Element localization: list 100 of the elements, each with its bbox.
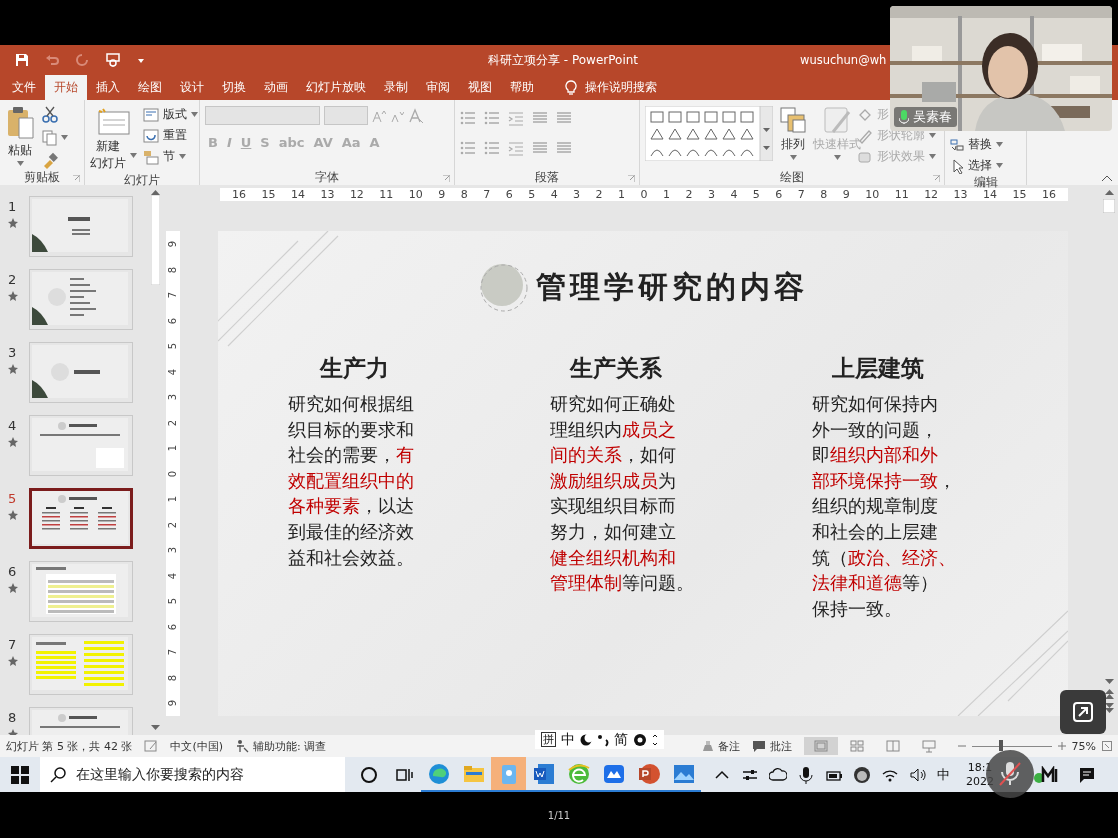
scroll-down-icon[interactable] — [1104, 679, 1114, 685]
zoom-in-icon[interactable] — [1057, 742, 1066, 750]
previous-slide-icon[interactable] — [1104, 689, 1114, 699]
document-w-icon[interactable] — [531, 761, 556, 786]
bullets-icon[interactable] — [460, 140, 476, 156]
bullets-icon[interactable] — [460, 110, 476, 126]
ruler-number: 7 — [797, 188, 805, 201]
notes-button[interactable]: 备注 — [717, 738, 740, 754]
replace-icon[interactable] — [950, 137, 964, 152]
punctuation-icon[interactable] — [597, 732, 609, 747]
ribbon-tab[interactable]: 幻灯片放映 — [297, 75, 375, 100]
copy-icon[interactable] — [41, 129, 57, 146]
ribbon-button[interactable]: 粘贴 — [8, 142, 32, 159]
zoom-thumb[interactable] — [999, 740, 1004, 751]
zoom-percentage[interactable]: 75% — [1071, 739, 1096, 753]
ribbon-button[interactable]: 选择 — [968, 157, 992, 174]
expand-button[interactable] — [1060, 690, 1106, 734]
group-label: 幻灯片 — [124, 171, 160, 189]
scissors-icon[interactable] — [41, 106, 59, 123]
slideshow-icon — [920, 739, 937, 753]
comments-button[interactable]: 批注 — [769, 738, 792, 754]
avatar-icon[interactable] — [853, 765, 871, 784]
ribbon-button[interactable]: 排列 — [781, 136, 805, 153]
app-logo-icon[interactable] — [1034, 765, 1060, 784]
language-indicator[interactable]: 中文(中国) — [170, 738, 224, 754]
font-size-field[interactable] — [324, 106, 368, 125]
cloud-icon[interactable] — [769, 765, 787, 784]
save-icon[interactable] — [15, 53, 29, 67]
ruler-number: 4 — [168, 368, 178, 375]
settings-icon[interactable] — [633, 732, 647, 747]
layout-icon[interactable] — [143, 106, 159, 123]
ribbon-tab[interactable]: 切换 — [213, 75, 255, 100]
cursor-icon[interactable] — [950, 157, 964, 174]
animation-star-icon — [8, 218, 18, 228]
ribbon-tab[interactable]: 帮助 — [501, 75, 543, 100]
dialog-launcher-icon[interactable] — [443, 175, 450, 182]
notification-icon[interactable] — [1078, 765, 1096, 784]
ribbon-tab[interactable]: 设计 — [171, 75, 213, 100]
microphone-icon[interactable] — [797, 765, 815, 784]
dialog-launcher-icon[interactable] — [73, 175, 80, 182]
scroll-down-icon[interactable] — [150, 725, 160, 731]
scrollbar-thumb[interactable] — [150, 195, 160, 285]
ruler-number: 2 — [685, 188, 693, 201]
ruler-number: 5 — [168, 342, 178, 350]
ribbon-tab[interactable]: 文件 — [3, 75, 45, 100]
numbering-icon[interactable] — [484, 140, 500, 156]
ribbon-tab[interactable]: 绘图 — [129, 75, 171, 100]
reset-icon[interactable] — [143, 127, 159, 144]
accessibility-status[interactable]: 辅助功能: 调查 — [253, 738, 327, 754]
ribbon-tab[interactable]: 动画 — [255, 75, 297, 100]
gallery-scroll-icon[interactable] — [760, 106, 773, 161]
ime-language[interactable]: 中 — [561, 730, 575, 749]
moon-icon[interactable] — [580, 732, 592, 747]
ime-mode[interactable]: 拼 — [541, 732, 556, 747]
windows-logo-icon[interactable] — [11, 765, 29, 784]
dialog-launcher-icon[interactable] — [628, 175, 635, 182]
next-slide-icon[interactable] — [1104, 703, 1114, 713]
slide-thumbnail[interactable] — [29, 488, 133, 549]
undo-icon[interactable] — [45, 53, 59, 67]
globe-e-icon[interactable] — [566, 761, 591, 786]
search-icon — [50, 766, 66, 783]
ruler-number: 3 — [707, 188, 715, 201]
collapse-ribbon-icon[interactable] — [1102, 175, 1112, 181]
window-title: 科研立项分享 - PowerPoint — [488, 52, 639, 67]
dialog-launcher-icon[interactable] — [933, 175, 940, 182]
dropdown-icon[interactable] — [137, 56, 145, 64]
notes-edit-icon[interactable] — [144, 740, 159, 752]
redo-icon[interactable] — [75, 53, 89, 67]
browser-swirl-icon[interactable] — [426, 761, 451, 786]
group-label: 绘图 — [780, 168, 804, 186]
ribbon-button[interactable]: 新建 幻灯片 — [90, 138, 126, 172]
ribbon-button[interactable]: 节 — [163, 148, 175, 165]
caret-icon — [61, 135, 68, 140]
input-method-indicator[interactable]: 中 — [937, 765, 950, 784]
more-icon[interactable] — [652, 732, 658, 747]
ruler-number: 2 — [168, 419, 178, 426]
taskbar-search-field[interactable]: 在这里输入你要搜索的内容 — [40, 757, 345, 792]
ribbon-tab[interactable]: 开始 — [45, 75, 87, 100]
presentation-p-icon[interactable] — [636, 761, 661, 786]
font-name-field[interactable] — [205, 106, 320, 125]
presenter-icon[interactable] — [105, 53, 121, 67]
ruler-number: 5 — [528, 188, 536, 201]
numbering-icon[interactable] — [484, 110, 500, 126]
ime-script[interactable]: 简 — [614, 730, 628, 749]
clear-format-icon[interactable] — [408, 107, 424, 124]
tell-me-search[interactable]: 操作说明搜索 — [585, 79, 657, 96]
scrollbar-thumb[interactable] — [1103, 199, 1115, 213]
ribbon-tab[interactable]: 录制 — [375, 75, 417, 100]
search-circle-icon[interactable] — [359, 765, 378, 784]
ribbon-button[interactable]: 替换 — [968, 136, 992, 153]
ruler-number: 14 — [983, 188, 998, 201]
ribbon-tab[interactable]: 视图 — [459, 75, 501, 100]
fit-slide-icon[interactable] — [1102, 741, 1112, 751]
ribbon-tab[interactable]: 插入 — [87, 75, 129, 100]
ribbon-button[interactable]: 版式 — [163, 106, 187, 123]
ribbon-button[interactable]: 重置 — [163, 127, 187, 144]
ruler-number: 15 — [1012, 188, 1027, 201]
ribbon-tab[interactable]: 审阅 — [417, 75, 459, 100]
scroll-up-icon[interactable] — [1104, 189, 1114, 195]
shapes-gallery[interactable] — [645, 106, 760, 161]
